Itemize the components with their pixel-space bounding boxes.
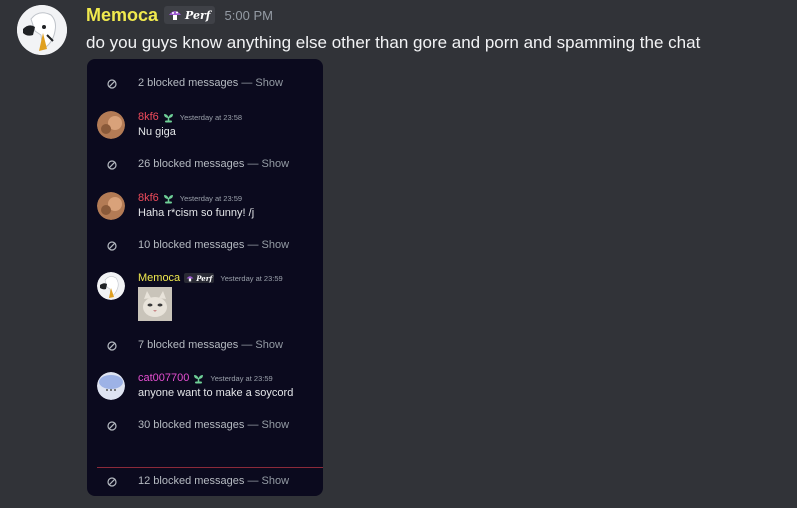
blocked-count: 2 blocked messages bbox=[138, 77, 239, 89]
plant-badge-icon bbox=[163, 113, 173, 122]
show-link[interactable]: — Show bbox=[244, 239, 289, 251]
avatar[interactable] bbox=[97, 272, 125, 300]
screenshot-attachment[interactable]: 2 blocked messages — Show 8kf6 Yesterday… bbox=[87, 59, 323, 496]
avatar[interactable] bbox=[97, 372, 125, 400]
blocked-count: 12 blocked messages bbox=[138, 475, 245, 487]
blocked-icon bbox=[107, 79, 117, 89]
blocked-icon bbox=[107, 160, 117, 170]
blocked-messages-row[interactable]: 26 blocked messages — Show bbox=[87, 155, 323, 175]
message-timestamp: Yesterday at 23:59 bbox=[210, 373, 273, 383]
message-author[interactable]: 8kf6 bbox=[138, 111, 159, 123]
show-link[interactable]: — Show bbox=[244, 419, 289, 431]
message-timestamp: 5:00 PM bbox=[224, 7, 273, 23]
message-text: Nu giga bbox=[138, 126, 176, 138]
message-text: do you guys know anything else other tha… bbox=[86, 33, 701, 52]
blocked-count: 26 blocked messages bbox=[138, 158, 245, 170]
blocked-icon bbox=[107, 421, 117, 431]
blocked-messages-row[interactable]: 2 blocked messages — Show bbox=[87, 74, 323, 94]
message-author[interactable]: Memoca bbox=[138, 272, 180, 284]
blocked-messages-row[interactable]: 7 blocked messages — Show bbox=[87, 336, 323, 356]
chat-message: 8kf6 Yesterday at 23:58 Nu giga bbox=[87, 110, 323, 140]
plant-badge-icon bbox=[163, 194, 173, 203]
role-tag-text: Perf bbox=[185, 8, 211, 22]
blocked-messages-row[interactable]: 10 blocked messages — Show bbox=[87, 236, 323, 256]
blocked-icon bbox=[107, 477, 117, 487]
blocked-icon bbox=[107, 241, 117, 251]
avatar[interactable] bbox=[97, 192, 125, 220]
blocked-messages-row[interactable]: 30 blocked messages — Show bbox=[87, 416, 323, 436]
avatar[interactable] bbox=[97, 111, 125, 139]
message-timestamp: Yesterday at 23:59 bbox=[220, 273, 283, 283]
chat-message: 8kf6 Yesterday at 23:59 Haha r*cism so f… bbox=[87, 191, 323, 221]
mushroom-icon bbox=[169, 11, 182, 20]
author-name[interactable]: Memoca bbox=[86, 5, 158, 26]
show-link[interactable]: — Show bbox=[238, 77, 283, 89]
message-header: Memoca Perf 5:00 PM bbox=[86, 5, 273, 25]
chat-message: cat007700 Yesterday at 23:59 anyone want… bbox=[87, 371, 323, 401]
show-link[interactable]: — Show bbox=[238, 339, 283, 351]
show-link[interactable]: — Show bbox=[244, 475, 289, 487]
blocked-icon bbox=[107, 341, 117, 351]
new-messages-divider bbox=[97, 467, 323, 468]
message-timestamp: Yesterday at 23:58 bbox=[179, 112, 243, 122]
role-tag[interactable]: Perf bbox=[164, 6, 215, 24]
message-author[interactable]: cat007700 bbox=[138, 372, 189, 384]
cat-image[interactable] bbox=[138, 287, 172, 321]
message-text: anyone want to make a soycord bbox=[138, 387, 294, 399]
blocked-count: 10 blocked messages bbox=[138, 239, 245, 251]
role-tag-text: Perf bbox=[196, 273, 213, 283]
message-text: Haha r*cism so funny! /j bbox=[138, 207, 255, 219]
blocked-messages-row[interactable]: 12 blocked messages — Show bbox=[87, 472, 323, 492]
message-author[interactable]: 8kf6 bbox=[138, 192, 159, 204]
blocked-count: 30 blocked messages bbox=[138, 419, 245, 431]
chat-message: Memoca Perf Yesterday at 23:59 bbox=[87, 271, 323, 325]
blocked-count: 7 blocked messages bbox=[138, 339, 239, 351]
message-timestamp: Yesterday at 23:59 bbox=[179, 193, 243, 203]
plant-badge-icon bbox=[194, 374, 204, 383]
mushroom-icon bbox=[186, 275, 194, 281]
author-avatar[interactable] bbox=[17, 5, 67, 55]
role-tag[interactable]: Perf bbox=[184, 273, 215, 283]
show-link[interactable]: — Show bbox=[244, 158, 289, 170]
